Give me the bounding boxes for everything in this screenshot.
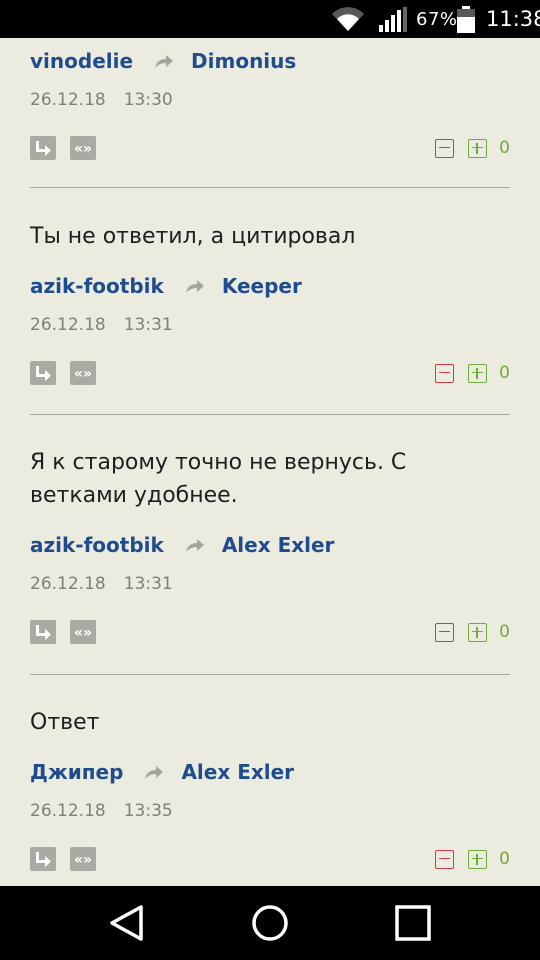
vote-controls: 0 — [435, 138, 510, 158]
comment-authors: Джипер Alex Exler — [30, 757, 510, 787]
reply-icon — [36, 141, 51, 156]
comment-meta: 26.12.18 13:31 — [30, 574, 510, 594]
reply-arrow-icon — [145, 766, 164, 779]
home-button[interactable] — [250, 904, 290, 946]
recents-icon — [395, 905, 431, 941]
comment-authors: azik-footbik Alex Exler — [30, 530, 510, 560]
vote-controls: 0 — [435, 622, 510, 642]
plus-icon[interactable] — [468, 622, 488, 642]
reply-icon — [36, 852, 51, 867]
comment: Я к старому точно не вернусь. С ветками … — [30, 446, 510, 646]
plus-icon[interactable] — [468, 363, 488, 383]
comment-text: Ответ — [30, 710, 100, 735]
vote-count: 0 — [499, 849, 510, 869]
comment-text: Ты не ответил, а цитировал — [30, 224, 356, 249]
quote-button[interactable]: «» — [70, 847, 96, 871]
comment-authors: azik-footbik Keeper — [30, 271, 510, 301]
comment-actions: «» 0 — [30, 136, 510, 162]
battery-percent: 67% — [416, 9, 458, 30]
author-link[interactable]: vinodelie — [30, 49, 133, 73]
comment-date: 26.12.18 — [30, 315, 106, 335]
quote-button[interactable]: «» — [70, 136, 96, 160]
reply-icon — [36, 366, 51, 381]
reply-arrow-icon — [155, 55, 174, 68]
comment: Ответ Джипер Alex Exler 26.12.18 13:35 «» — [30, 706, 510, 873]
reply-button[interactable] — [30, 620, 56, 644]
reply-icon — [36, 625, 51, 640]
comment-meta: 26.12.18 13:30 — [30, 90, 510, 110]
vote-controls: 0 — [435, 363, 510, 383]
reply-button[interactable] — [30, 361, 56, 385]
reply-button[interactable] — [30, 136, 56, 160]
author-link[interactable]: Джипер — [30, 760, 123, 784]
minus-icon[interactable] — [435, 622, 455, 642]
reply-to-link[interactable]: Alex Exler — [222, 533, 335, 557]
plus-icon[interactable] — [468, 849, 488, 869]
status-bar: 67% 11:38 — [0, 0, 540, 38]
reply-button[interactable] — [30, 847, 56, 871]
svg-text:«»: «» — [74, 141, 92, 157]
vote-count: 0 — [499, 363, 510, 383]
vote-count: 0 — [499, 138, 510, 158]
minus-icon[interactable] — [435, 363, 455, 383]
quote-button[interactable]: «» — [70, 361, 96, 385]
comment-date: 26.12.18 — [30, 574, 106, 594]
comment-text: Я к старому точно не вернусь. С ветками … — [30, 450, 407, 508]
comment-actions: «» 0 — [30, 847, 510, 873]
comment: vinodelie Dimonius 26.12.18 13:30 «» 0 — [30, 46, 510, 162]
vote-controls: 0 — [435, 849, 510, 869]
quote-icon: «» — [74, 366, 92, 382]
divider — [30, 414, 510, 415]
home-icon — [252, 905, 288, 941]
reply-to-link[interactable]: Dimonius — [191, 49, 296, 73]
comment-time: 13:35 — [123, 801, 173, 821]
comment-actions: «» 0 — [30, 361, 510, 387]
navigation-bar — [0, 886, 540, 960]
vote-count: 0 — [499, 622, 510, 642]
back-button[interactable] — [108, 904, 146, 946]
svg-text:«»: «» — [74, 625, 92, 641]
plus-icon[interactable] — [468, 138, 488, 158]
comment-date: 26.12.18 — [30, 801, 106, 821]
quote-icon: «» — [74, 852, 92, 868]
minus-icon[interactable] — [435, 849, 455, 869]
comment-date: 26.12.18 — [30, 90, 106, 110]
clock: 11:38 — [486, 7, 540, 31]
comment-time: 13:31 — [123, 315, 173, 335]
svg-text:«»: «» — [74, 366, 92, 382]
comment-authors: vinodelie Dimonius — [30, 46, 510, 76]
comment-meta: 26.12.18 13:35 — [30, 801, 510, 821]
battery-icon — [456, 6, 476, 38]
author-link[interactable]: azik-footbik — [30, 274, 164, 298]
back-icon — [110, 905, 143, 941]
comment-meta: 26.12.18 13:31 — [30, 315, 510, 335]
reply-to-link[interactable]: Keeper — [222, 274, 302, 298]
quote-icon: «» — [74, 625, 92, 641]
recents-button[interactable] — [394, 904, 432, 946]
reply-to-link[interactable]: Alex Exler — [181, 760, 294, 784]
signal-icon — [378, 7, 408, 37]
quote-icon: «» — [74, 141, 92, 157]
comments-list: vinodelie Dimonius 26.12.18 13:30 «» 0 Т… — [0, 38, 540, 886]
comment-actions: «» 0 — [30, 620, 510, 646]
divider — [30, 674, 510, 675]
comment-time: 13:31 — [123, 574, 173, 594]
svg-text:«»: «» — [74, 852, 92, 868]
quote-button[interactable]: «» — [70, 620, 96, 644]
minus-icon[interactable] — [435, 138, 455, 158]
wifi-icon — [330, 6, 366, 36]
comment: Ты не ответил, а цитировал azik-footbik … — [30, 220, 510, 387]
reply-arrow-icon — [185, 280, 204, 293]
comment-time: 13:30 — [123, 90, 173, 110]
reply-arrow-icon — [185, 539, 204, 552]
divider — [30, 187, 510, 188]
author-link[interactable]: azik-footbik — [30, 533, 164, 557]
